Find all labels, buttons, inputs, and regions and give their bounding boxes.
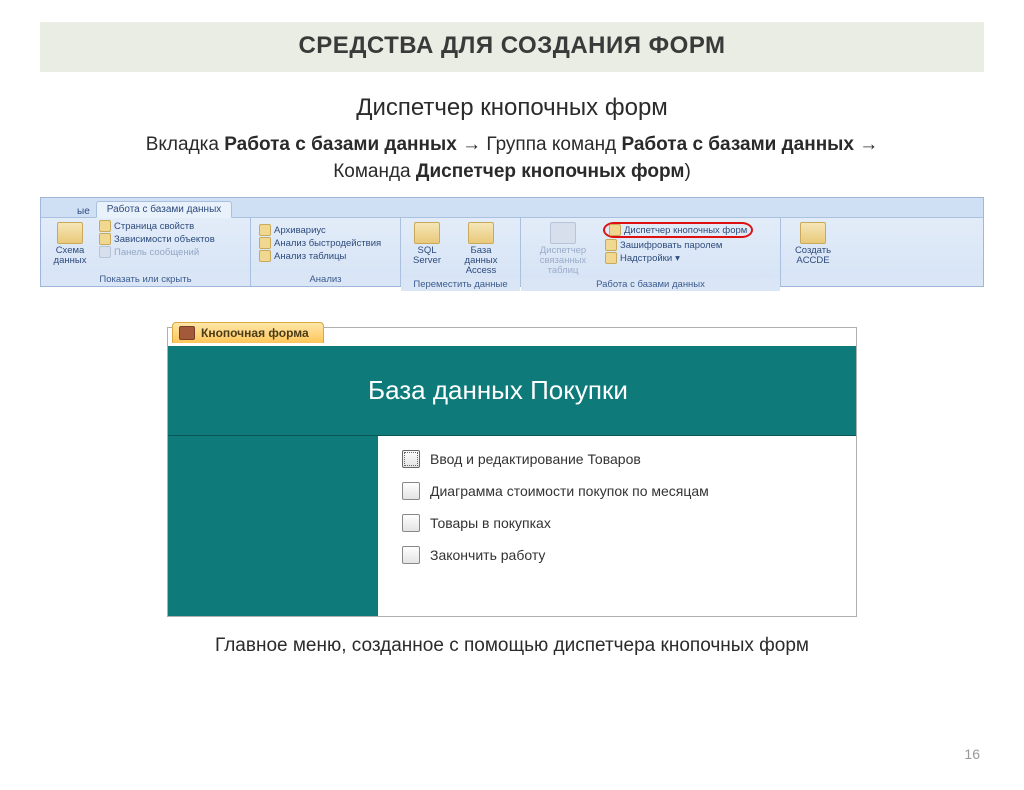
group-move-data-label: Переместить данные <box>401 278 520 291</box>
nav-bold-3: Диспетчер кнопочных форм <box>416 161 685 182</box>
group-db-tools-label: Работа с базами данных <box>521 278 780 291</box>
linked-table-label: Диспетчер связанных таблиц <box>531 246 595 276</box>
form-tab[interactable]: Кнопочная форма <box>172 322 324 343</box>
sql-label: SQL Server <box>411 246 443 266</box>
switchboard-item[interactable]: Диаграмма стоимости покупок по месяцам <box>402 482 842 500</box>
deps-label: Зависимости объектов <box>114 234 215 245</box>
ribbon-tabs: ые Работа с базами данных <box>41 198 983 218</box>
addins-icon <box>605 252 617 264</box>
group-analyze: Архивариус Анализ быстродействия Анализ … <box>251 218 401 286</box>
group-analyze-label: Анализ <box>251 273 400 286</box>
nav-bold-2: Работа с базами данных <box>621 134 854 155</box>
button-icon <box>402 482 420 500</box>
group-move-data: SQL Server База данных Access Переместит… <box>401 218 521 286</box>
lock-icon <box>605 239 617 251</box>
deps-icon <box>99 233 111 245</box>
perf-label: Анализ быстродействия <box>274 238 381 249</box>
schema-button[interactable]: Схема данных <box>47 220 93 266</box>
button-icon <box>402 450 420 468</box>
property-icon <box>99 220 111 232</box>
message-bar-button[interactable]: Панель сообщений <box>97 246 217 258</box>
form-icon <box>179 326 195 340</box>
table-label: Анализ таблицы <box>274 251 346 262</box>
ribbon-body: Схема данных Страница свойств Зависимост… <box>41 218 983 286</box>
nav-arrow-1: → <box>457 134 487 155</box>
switchboard-form-window: Кнопочная форма База данных Покупки Ввод… <box>167 327 857 617</box>
form-header: База данных Покупки <box>168 346 856 436</box>
table-icon <box>259 250 271 262</box>
msgbar-icon <box>99 246 111 258</box>
nav-text-prefix: Вкладка <box>146 134 225 155</box>
subtitle: Диспетчер кнопочных форм <box>0 94 1024 122</box>
form-body: Ввод и редактирование Товаров Диаграмма … <box>168 436 856 616</box>
table-analyze-button[interactable]: Анализ таблицы <box>257 250 383 262</box>
group-accde-label <box>781 273 983 286</box>
access-icon <box>468 222 494 244</box>
group-accde: Создать ACCDE <box>781 218 983 286</box>
switchboard-item-label: Диаграмма стоимости покупок по месяцам <box>430 483 709 499</box>
addins-button[interactable]: Надстройки ▾ <box>603 252 753 264</box>
ribbon: ые Работа с базами данных Схема данных С… <box>40 197 984 287</box>
switchboard-item-label: Товары в покупках <box>430 515 551 531</box>
schema-icon <box>57 222 83 244</box>
navigation-path: Вкладка Работа с базами данных → Группа … <box>20 132 1004 185</box>
tab-database-tools[interactable]: Работа с базами данных <box>96 201 233 218</box>
switchboard-item-label: Ввод и редактирование Товаров <box>430 451 641 467</box>
linked-table-icon <box>550 222 576 244</box>
nav-text-mid1: Группа команд <box>486 134 621 155</box>
sql-icon <box>414 222 440 244</box>
linked-table-mgr-button[interactable]: Диспетчер связанных таблиц <box>527 220 599 276</box>
object-deps-button[interactable]: Зависимости объектов <box>97 233 217 245</box>
group-db-tools: Диспетчер связанных таблиц Диспетчер кно… <box>521 218 781 286</box>
form-header-title: База данных Покупки <box>368 375 628 406</box>
msgbar-label: Панель сообщений <box>114 247 199 258</box>
group-show-hide-label: Показать или скрыть <box>41 273 250 286</box>
encrypt-label: Зашифровать паролем <box>620 240 722 251</box>
schema-label: Схема данных <box>51 246 89 266</box>
form-sidebar <box>168 436 378 616</box>
nav-text-mid2: Команда <box>333 161 416 182</box>
switchboard-item[interactable]: Товары в покупках <box>402 514 842 532</box>
switchboard-item[interactable]: Ввод и редактирование Товаров <box>402 450 842 468</box>
button-icon <box>402 514 420 532</box>
encrypt-button[interactable]: Зашифровать паролем <box>603 239 753 251</box>
form-tab-label: Кнопочная форма <box>201 326 309 340</box>
nav-bold-1: Работа с базами данных <box>224 134 457 155</box>
button-icon <box>402 546 420 564</box>
property-label: Страница свойств <box>114 221 194 232</box>
switchboard-mgr-button[interactable]: Диспетчер кнопочных форм <box>603 222 753 238</box>
access-db-button[interactable]: База данных Access <box>451 220 511 276</box>
accde-icon <box>800 222 826 244</box>
page-number: 16 <box>964 746 980 762</box>
chevron-down-icon: ▾ <box>675 253 680 264</box>
switchboard-item[interactable]: Закончить работу <box>402 546 842 564</box>
archiver-icon <box>259 224 271 236</box>
addins-label: Надстройки <box>620 253 672 264</box>
group-show-hide: Схема данных Страница свойств Зависимост… <box>41 218 251 286</box>
tab-fragment: ые <box>71 206 96 217</box>
access-label: База данных Access <box>455 246 507 276</box>
make-accde-button[interactable]: Создать ACCDE <box>787 220 839 266</box>
property-sheet-button[interactable]: Страница свойств <box>97 220 217 232</box>
switchboard-buttons: Ввод и редактирование Товаров Диаграмма … <box>378 436 856 616</box>
switchboard-item-label: Закончить работу <box>430 547 545 563</box>
perf-analyze-button[interactable]: Анализ быстродействия <box>257 237 383 249</box>
switchboard-icon <box>609 224 621 236</box>
nav-close: ) <box>684 161 690 182</box>
page-title: СРЕДСТВА ДЛЯ СОЗДАНИЯ ФОРМ <box>40 22 984 72</box>
accde-label: Создать ACCDE <box>791 246 835 266</box>
archiver-label: Архивариус <box>274 225 326 236</box>
switchboard-label: Диспетчер кнопочных форм <box>624 225 747 236</box>
sql-server-button[interactable]: SQL Server <box>407 220 447 266</box>
figure-caption: Главное меню, созданное с помощью диспет… <box>0 635 1024 657</box>
archiver-button[interactable]: Архивариус <box>257 224 383 236</box>
perf-icon <box>259 237 271 249</box>
nav-arrow-2: → <box>854 134 878 155</box>
